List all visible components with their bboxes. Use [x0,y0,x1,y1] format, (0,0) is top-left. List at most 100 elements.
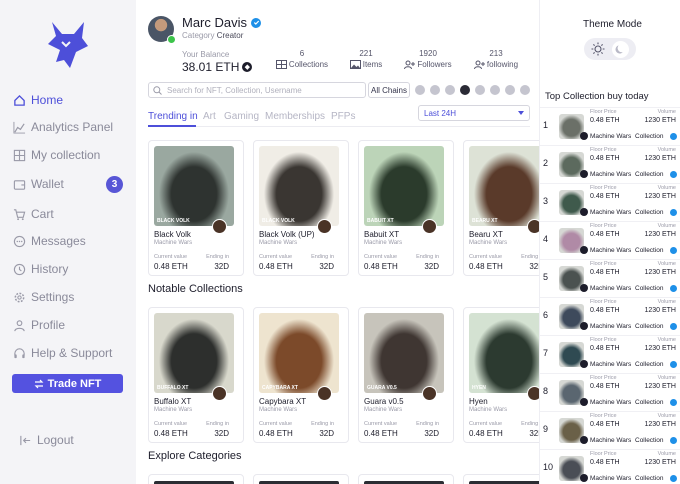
stat-followers[interactable]: 1920 Followers [396,49,460,69]
volume-label: Volume [657,261,676,267]
category-card[interactable] [148,474,244,484]
top-collection-row[interactable]: 3 Floor Price 0.48 ETH Volume 1230 ETH Machin… [540,183,680,220]
search-input[interactable] [167,85,357,95]
explore-categories-title: Explore Categories [148,450,242,462]
nft-card[interactable]: BABUIT XT Babuit XT Machine Wars Current va… [358,140,454,276]
sidebar-item-messages[interactable]: Messages [12,231,86,251]
time-filter-select[interactable]: Last 24H [418,105,530,121]
eth-icon [580,208,588,216]
gear-icon [12,290,26,304]
verified-icon [670,285,677,292]
nft-card[interactable]: BLACK VOLK Black Volk (UP) Machine Wars Cur… [253,140,349,276]
chain-filter-icon[interactable] [520,85,530,95]
volume-value: 1230 ETH [644,193,676,200]
category-card[interactable] [358,474,454,484]
eth-icon [580,436,588,444]
ending-in-value: 32D [319,262,334,271]
theme-mode-title: Theme Mode [583,19,642,30]
sidebar-item-history[interactable]: History [12,259,68,279]
nft-name: Bearu XT [469,230,503,239]
eth-icon: ◆ [242,62,253,72]
ending-in-value: 32D [424,262,439,271]
notable-collections-title: Notable Collections [148,283,243,295]
current-value-label: Current value [154,254,188,260]
collection-rank: 5 [543,272,549,282]
chain-filter-icon[interactable] [490,85,500,95]
nft-card[interactable]: CAPYBARA XT Capybara XT Machine Wars Curren… [253,307,349,443]
ending-in-value: 32D [214,429,229,438]
clock-icon [12,262,26,276]
nft-image: BEARU XT [469,146,549,226]
sidebar-item-help[interactable]: Help & Support [12,343,112,363]
ending-in-value: 32D [214,262,229,271]
verified-icon [670,437,677,444]
tab-art[interactable]: Art [203,111,216,122]
category-card[interactable] [253,474,349,484]
wallet-count-badge: 3 [106,176,123,193]
stat-following[interactable]: 213 following [464,49,528,69]
ending-in-label: Ending in [311,421,334,427]
owner-avatar[interactable] [317,219,332,234]
chain-filter-icon[interactable] [415,85,425,95]
chain-filter-icon[interactable] [475,85,485,95]
stat-value: 6 [299,49,305,58]
stat-collections[interactable]: 6 Collections [270,49,334,69]
sidebar-item-analytics[interactable]: Analytics Panel [12,117,113,137]
owner-avatar[interactable] [212,386,227,401]
top-collection-row[interactable]: 1 Floor Price 0.48 ETH Volume 1230 ETH Machin… [540,107,680,144]
eth-icon [580,132,588,140]
owner-avatar[interactable] [317,386,332,401]
floor-price-label: Floor Price [590,147,617,153]
chain-filter-icon[interactable] [430,85,440,95]
sidebar-item-home[interactable]: Home [12,90,63,110]
sidebar-item-cart[interactable]: Cart [12,204,54,224]
sidebar-item-settings[interactable]: Settings [12,287,74,307]
ending-in-value: 32D [424,429,439,438]
eth-icon [580,360,588,368]
eth-icon [580,398,588,406]
top-collection-row[interactable]: 4 Floor Price 0.48 ETH Volume 1230 ETH Machin… [540,221,680,258]
verified-icon [670,133,677,140]
top-collection-row[interactable]: 10 Floor Price 0.48 ETH Volume 1230 ETH Machi… [540,449,680,484]
owner-avatar[interactable] [212,219,227,234]
all-chains-filter[interactable]: All Chains [368,82,410,98]
tab-gaming[interactable]: Gaming [224,111,259,122]
nft-image-tag: CAPYBARA XT [262,385,298,391]
top-collection-row[interactable]: 9 Floor Price 0.48 ETH Volume 1230 ETH Machin… [540,411,680,448]
volume-label: Volume [657,299,676,305]
sidebar-item-wallet[interactable]: Wallet [12,174,64,194]
nft-name: Buffalo XT [154,397,192,406]
theme-toggle[interactable] [584,38,636,60]
trade-nft-button[interactable]: Trade NFT [12,374,123,393]
sidebar-item-my-collection[interactable]: My collection [12,145,100,165]
tab-trending[interactable]: Trending in [148,111,198,122]
chain-filter-icon[interactable] [505,85,515,95]
floor-price: 0.48 ETH [590,193,620,200]
tab-pfps[interactable]: PFPs [331,111,355,122]
sidebar-item-profile[interactable]: Profile [12,315,65,335]
top-collection-row[interactable]: 5 Floor Price 0.48 ETH Volume 1230 ETH Machin… [540,259,680,296]
sidebar-item-label: Help & Support [31,346,113,360]
current-value: 0.48 ETH [469,262,503,271]
stat-items[interactable]: 221 Items [340,49,392,69]
trade-nft-label: Trade NFT [47,377,102,390]
logout-button[interactable]: Logout [18,430,74,450]
top-collection-row[interactable]: 6 Floor Price 0.48 ETH Volume 1230 ETH Machin… [540,297,680,334]
nft-card[interactable]: GUARA V0.5 Guara v0.5 Machine Wars Current … [358,307,454,443]
top-collection-row[interactable]: 8 Floor Price 0.48 ETH Volume 1230 ETH Machin… [540,373,680,410]
top-collection-row[interactable]: 2 Floor Price 0.48 ETH Volume 1230 ETH Machin… [540,145,680,182]
floor-price: 0.48 ETH [590,459,620,466]
tab-memberships[interactable]: Memberships [265,111,325,122]
top-collection-row[interactable]: 7 Floor Price 0.48 ETH Volume 1230 ETH Machin… [540,335,680,372]
online-status-dot [167,35,176,44]
chain-filter-icon[interactable] [445,85,455,95]
owner-avatar[interactable] [422,219,437,234]
nft-image: GUARA V0.5 [364,313,444,393]
owner-avatar[interactable] [422,386,437,401]
eth-icon [580,170,588,178]
floor-price-label: Floor Price [590,109,617,115]
avatar[interactable] [148,16,176,44]
nft-card[interactable]: BUFFALO XT Buffalo XT Machine Wars Current … [148,307,244,443]
ethereum-chain-icon[interactable] [460,85,470,95]
nft-card[interactable]: BLACK VOLK Black Volk Machine Wars Current … [148,140,244,276]
